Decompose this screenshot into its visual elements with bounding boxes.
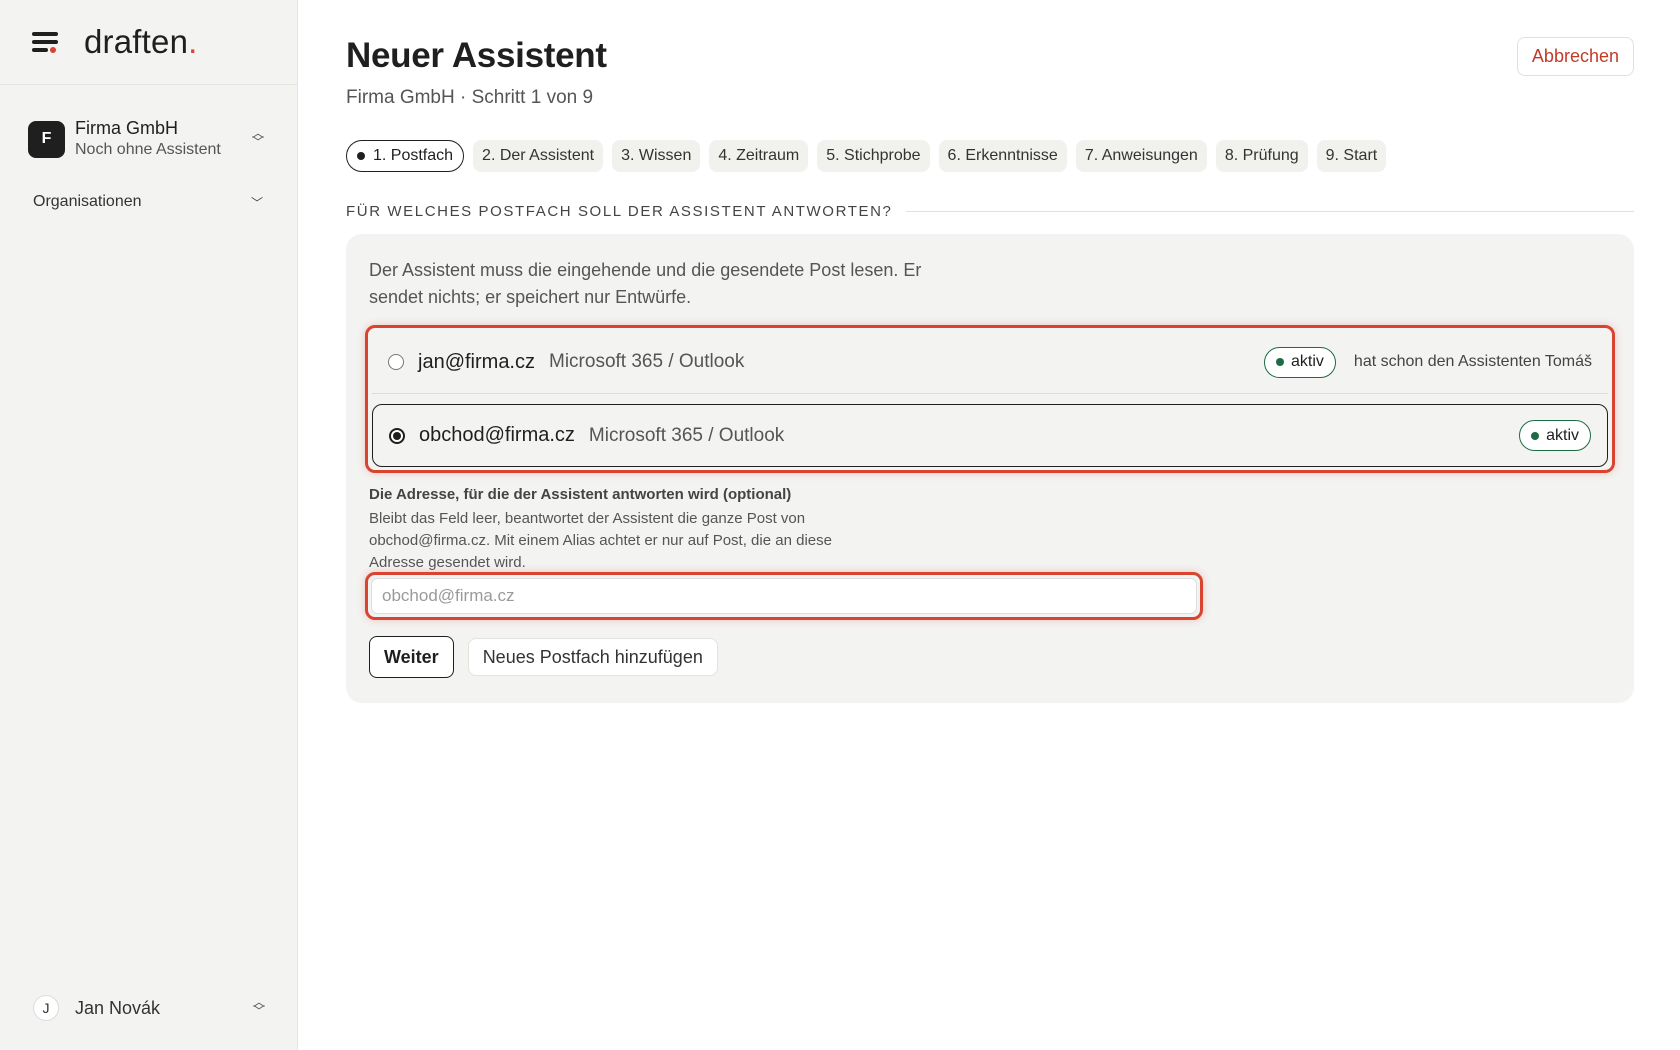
mailbox-provider: Microsoft 365 / Outlook [588, 424, 785, 446]
step-anweisungen[interactable]: 7. Anweisungen [1075, 140, 1207, 172]
mailbox-option[interactable]: jan@firma.cz Microsoft 365 / Outlook akt… [372, 331, 1608, 394]
brand-row: draften. [0, 0, 297, 85]
organizations-toggle[interactable]: Organisationen ﹀ [0, 190, 297, 214]
intro-text: Der Assistent muss die eingehende und di… [369, 260, 922, 307]
active-step-dot-icon [357, 152, 365, 160]
user-name: Jan Novák [75, 997, 161, 1018]
alias-help-text: Bleibt das Feld leer, beantwortet der As… [369, 510, 832, 571]
alias-label: Die Adresse, für die der Assistent antwo… [369, 486, 792, 503]
step-erkenntnisse[interactable]: 6. Erkenntnisse [938, 140, 1067, 172]
main-content: Neuer Assistent Firma GmbH · Schritt 1 v… [346, 0, 1634, 1050]
mailbox-address: jan@firma.cz [418, 350, 535, 373]
chevron-up-down-icon: ︿ ﹀ [251, 126, 264, 149]
sidebar: draften. F Firma GmbH Noch ohne Assisten… [0, 0, 298, 1050]
brand-logo: draften. [84, 23, 198, 60]
mailbox-address: obchod@firma.cz [419, 424, 575, 446]
page-subtitle: Firma GmbH · Schritt 1 von 9 [346, 87, 594, 108]
add-mailbox-button[interactable]: Neues Postfach hinzufügen [467, 638, 718, 676]
step-assistent[interactable]: 2. Der Assistent [473, 140, 604, 172]
section-heading: FÜR WELCHES POSTFACH SOLL DER ASSISTENT … [346, 203, 1634, 220]
user-menu[interactable]: J Jan Novák ︿ ﹀ [0, 992, 298, 1024]
cancel-button[interactable]: Abbrechen [1516, 37, 1634, 76]
chevron-down-icon: ﹀ [250, 195, 263, 210]
next-button[interactable]: Weiter [369, 636, 454, 678]
menu-icon[interactable] [32, 30, 60, 54]
organizations-label: Organisationen [33, 193, 142, 210]
step-start[interactable]: 9. Start [1316, 140, 1387, 172]
alias-input[interactable] [371, 578, 1197, 614]
status-dot-icon [1276, 358, 1285, 366]
radio-button-checked[interactable] [389, 427, 405, 444]
mailbox-provider: Microsoft 365 / Outlook [549, 351, 745, 372]
page-title: Neuer Assistent [346, 36, 607, 75]
step-wissen[interactable]: 3. Wissen [612, 140, 701, 172]
org-switcher[interactable]: F Firma GmbH Noch ohne Assistent ︿ ﹀ [0, 118, 297, 160]
step-stichprobe[interactable]: 5. Stichprobe [817, 140, 930, 172]
form-actions: Weiter Neues Postfach hinzufügen [369, 636, 718, 678]
org-name: Firma GmbH [75, 117, 178, 138]
chevron-up-down-icon: ︿ ﹀ [252, 995, 265, 1018]
divider [906, 211, 1634, 212]
mailbox-note: hat schon den Assistenten Tomáš [1353, 353, 1592, 370]
mailbox-panel: Der Assistent muss die eingehende und di… [346, 234, 1634, 703]
step-pruefung[interactable]: 8. Prüfung [1215, 140, 1308, 172]
org-avatar: F [28, 120, 65, 158]
radio-button[interactable] [388, 354, 404, 370]
org-subtitle: Noch ohne Assistent [75, 140, 221, 158]
wizard-steps: 1. Postfach 2. Der Assistent 3. Wissen 4… [346, 140, 1387, 172]
mailbox-option-selected[interactable]: obchod@firma.cz Microsoft 365 / Outlook … [372, 404, 1608, 467]
step-zeitraum[interactable]: 4. Zeitraum [709, 140, 809, 172]
user-avatar: J [33, 995, 59, 1021]
alias-field-wrapper [365, 572, 1203, 620]
status-dot-icon [1531, 431, 1540, 440]
step-postfach[interactable]: 1. Postfach [346, 140, 465, 172]
status-badge: aktiv [1519, 420, 1591, 451]
mailbox-options: jan@firma.cz Microsoft 365 / Outlook akt… [365, 325, 1615, 473]
section-heading-text: FÜR WELCHES POSTFACH SOLL DER ASSISTENT … [346, 203, 893, 220]
status-badge: aktiv [1264, 346, 1336, 378]
